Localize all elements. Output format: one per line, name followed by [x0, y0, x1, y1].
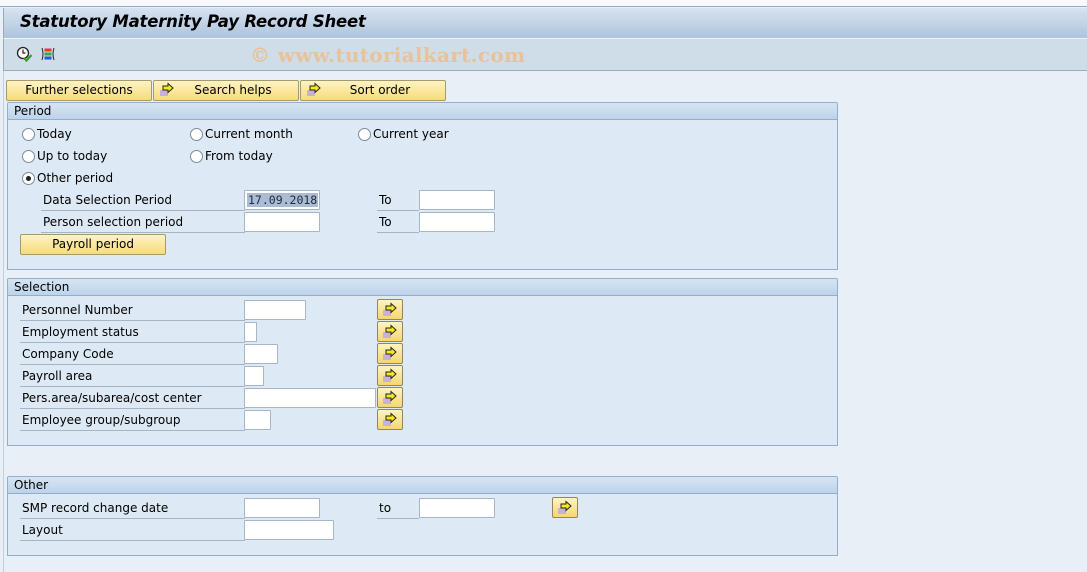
radio-label: From today [205, 149, 273, 163]
data-selection-period-label: Data Selection Period [41, 190, 245, 211]
further-selections-button[interactable]: Further selections [6, 80, 152, 101]
personnel-number-input[interactable] [244, 300, 306, 320]
smp-record-change-date-label: SMP record change date [20, 498, 245, 519]
payroll-area-multiple-selection-button[interactable] [377, 365, 403, 386]
payroll-area-label: Payroll area [20, 366, 245, 387]
smp-date-multiple-selection-button[interactable] [552, 497, 578, 518]
layout-label: Layout [20, 520, 245, 541]
company-code-input[interactable] [244, 344, 278, 364]
to-label: To [377, 190, 419, 211]
radio-label: Up to today [37, 149, 108, 163]
radio-circle-selected[interactable] [22, 171, 35, 185]
arrow-right-icon [383, 390, 397, 404]
radio-circle[interactable] [190, 127, 203, 141]
pers-area-subarea-cost-center-label: Pers.area/subarea/cost center [20, 388, 245, 409]
radio-today[interactable]: Today [22, 126, 72, 142]
window-top-strip [0, 0, 1087, 7]
payroll-area-input[interactable] [244, 366, 264, 386]
person-selection-period-label: Person selection period [41, 212, 245, 233]
search-helps-button[interactable]: Search helps [153, 80, 299, 101]
arrow-right-icon [558, 500, 572, 514]
period-group-header: Period [8, 103, 837, 120]
sort-order-label: Sort order [349, 83, 411, 97]
pers-area-subarea-cost-center-input[interactable] [244, 388, 376, 408]
employee-group-subgroup-label: Employee group/subgroup [20, 410, 245, 431]
person-selection-to-input[interactable] [419, 212, 495, 232]
layout-input[interactable] [244, 520, 334, 540]
radio-label: Other period [37, 171, 114, 185]
arrow-right-icon [306, 82, 322, 98]
to-label: To [377, 212, 419, 233]
employment-status-label: Employment status [20, 322, 245, 343]
left-border [3, 71, 4, 572]
page-title: Statutory Maternity Pay Record Sheet [20, 12, 366, 31]
employment-status-multiple-selection-button[interactable] [377, 321, 403, 342]
radio-circle[interactable] [22, 149, 35, 163]
selection-group-header: Selection [8, 279, 837, 296]
radio-label: Current year [373, 127, 449, 141]
radio-label: Today [37, 127, 72, 141]
data-selection-to-input[interactable] [419, 190, 495, 210]
radio-circle[interactable] [358, 127, 371, 141]
arrow-right-icon [383, 368, 397, 382]
to-label: to [377, 498, 419, 519]
arrow-right-icon [383, 412, 397, 426]
payroll-period-button[interactable]: Payroll period [20, 234, 166, 255]
arrow-right-icon [159, 82, 175, 98]
radio-other-period[interactable]: Other period [22, 170, 113, 186]
radio-up-to-today[interactable]: Up to today [22, 148, 107, 164]
payroll-period-label: Payroll period [52, 237, 134, 251]
title-bar: Statutory Maternity Pay Record Sheet [3, 8, 1087, 38]
further-selections-label: Further selections [25, 83, 133, 97]
select-options-icon[interactable] [40, 46, 56, 62]
application-toolbar: © www.tutorialkart.com [3, 38, 1087, 71]
arrow-right-icon [383, 324, 397, 338]
arrow-right-icon [383, 346, 397, 360]
data-selection-from-value: 17.09.2018 [247, 193, 319, 207]
employee-group-subgroup-input[interactable] [244, 410, 271, 430]
company-code-multiple-selection-button[interactable] [377, 343, 403, 364]
smp-record-change-date-to-input[interactable] [419, 498, 495, 518]
employment-status-input[interactable] [244, 322, 257, 342]
radio-current-month[interactable]: Current month [190, 126, 293, 142]
pers-area-multiple-selection-button[interactable] [377, 387, 403, 408]
person-selection-from-input[interactable] [244, 212, 320, 232]
radio-circle[interactable] [190, 149, 203, 163]
sort-order-button[interactable]: Sort order [300, 80, 446, 101]
radio-label: Current month [205, 127, 293, 141]
company-code-label: Company Code [20, 344, 245, 365]
employee-group-multiple-selection-button[interactable] [377, 409, 403, 430]
smp-record-change-date-from-input[interactable] [244, 498, 320, 518]
data-selection-from-input[interactable]: 17.09.2018 [244, 190, 320, 210]
search-helps-label: Search helps [194, 83, 272, 97]
other-group-header: Other [8, 477, 837, 494]
arrow-right-icon [383, 302, 397, 316]
personnel-number-multiple-selection-button[interactable] [377, 299, 403, 320]
radio-circle[interactable] [22, 127, 35, 141]
execute-icon[interactable] [16, 46, 33, 63]
watermark-text: © www.tutorialkart.com [250, 43, 526, 67]
personnel-number-label: Personnel Number [20, 300, 245, 321]
radio-from-today[interactable]: From today [190, 148, 273, 164]
radio-current-year[interactable]: Current year [358, 126, 449, 142]
